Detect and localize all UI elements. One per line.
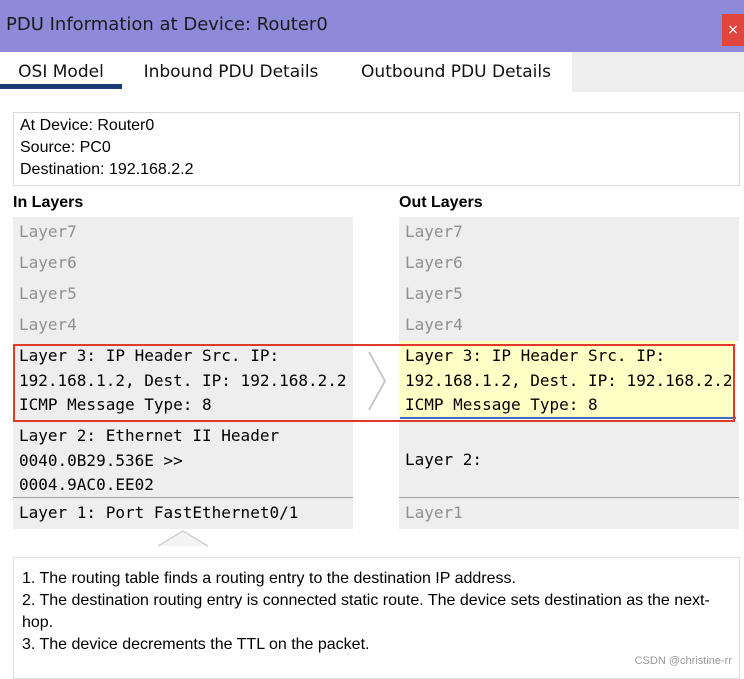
in-layer-7[interactable]: Layer7 bbox=[13, 217, 353, 248]
in-layer-6[interactable]: Layer6 bbox=[13, 248, 353, 279]
at-device-text: At Device: Router0 bbox=[20, 117, 155, 134]
in-layer-2[interactable]: Layer 2: Ethernet II Header 0040.0B29.53… bbox=[13, 421, 353, 498]
out-layer-7[interactable]: Layer7 bbox=[399, 217, 739, 248]
in-layer-4[interactable]: Layer4 bbox=[13, 310, 353, 341]
tab-bar-filler bbox=[572, 52, 744, 92]
in-layer-2-line-1: Layer 2: Ethernet II Header bbox=[19, 426, 280, 445]
out-layers-heading: Out Layers bbox=[399, 194, 483, 211]
description-line-2: 2. The destination routing entry is conn… bbox=[22, 592, 710, 631]
in-layer-5[interactable]: Layer5 bbox=[13, 279, 353, 310]
description-line-1: 1. The routing table finds a routing ent… bbox=[22, 570, 516, 587]
description-line-3: 3. The device decrements the TTL on the … bbox=[22, 636, 370, 653]
destination-text: Destination: 192.168.2.2 bbox=[20, 161, 194, 178]
window-title: PDU Information at Device: Router0 bbox=[6, 14, 328, 35]
chevron-up-icon[interactable] bbox=[156, 528, 210, 548]
active-tab-indicator bbox=[0, 84, 122, 89]
close-button[interactable]: × bbox=[722, 14, 744, 46]
out-layer-6[interactable]: Layer6 bbox=[399, 248, 739, 279]
in-layer-2-line-3: 0004.9AC0.EE02 bbox=[19, 475, 154, 494]
out-layer-1[interactable]: Layer1 bbox=[399, 498, 739, 529]
device-info-panel: At Device: Router0 Source: PC0 Destinati… bbox=[13, 112, 740, 186]
in-layer-2-line-2: 0040.0B29.536E >> bbox=[19, 450, 183, 470]
watermark: CSDN @christine-rr bbox=[634, 655, 732, 667]
source-text: Source: PC0 bbox=[20, 139, 111, 156]
tab-inbound-pdu-details[interactable]: Inbound PDU Details bbox=[122, 52, 340, 92]
out-layer-2[interactable]: Layer 2: bbox=[399, 421, 739, 498]
description-panel: 1. The routing table finds a routing ent… bbox=[13, 557, 740, 679]
out-layer-4[interactable]: Layer4 bbox=[399, 310, 739, 341]
annotation-highlight-box bbox=[13, 344, 735, 422]
in-layers-heading: In Layers bbox=[13, 194, 84, 211]
tab-outbound-pdu-details[interactable]: Outbound PDU Details bbox=[340, 52, 572, 92]
title-bar[interactable]: PDU Information at Device: Router0 × bbox=[0, 0, 744, 52]
in-layer-1[interactable]: Layer 1: Port FastEthernet0/1 bbox=[13, 498, 353, 529]
out-layer-5[interactable]: Layer5 bbox=[399, 279, 739, 310]
